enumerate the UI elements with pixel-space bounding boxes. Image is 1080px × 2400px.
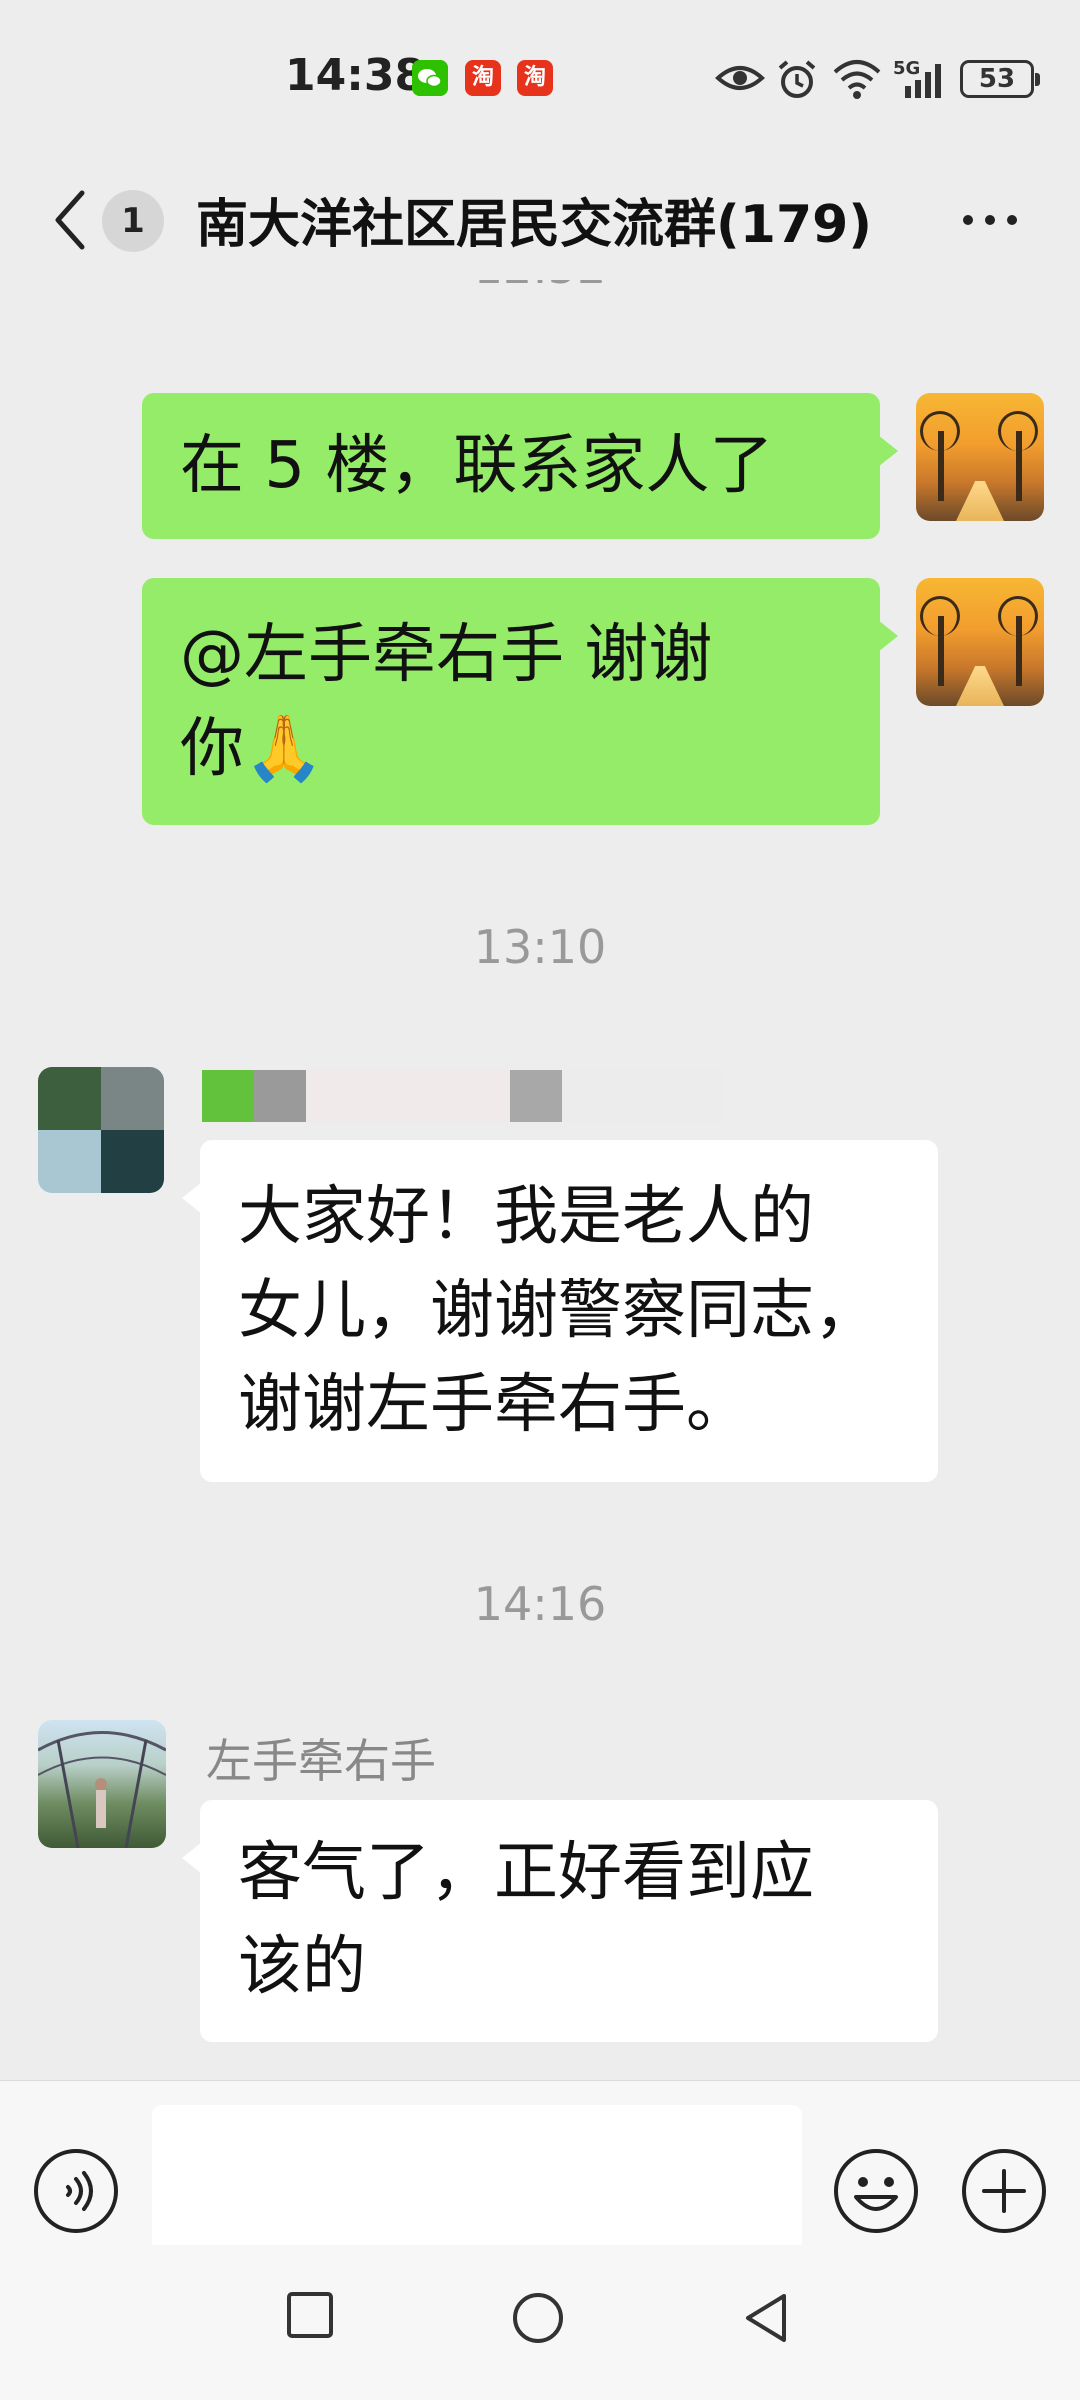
unread-count-badge[interactable]: 1 — [102, 190, 164, 252]
battery-indicator: 53 — [960, 60, 1040, 98]
message-text: 该的 — [238, 1930, 366, 2004]
message-timestamp: 13:10 — [473, 920, 607, 974]
voice-input-icon[interactable] — [32, 2147, 120, 2235]
message-input[interactable] — [152, 2105, 802, 2255]
message-text: @左手牵右手 谢谢 — [180, 618, 713, 692]
back-arrow-icon[interactable] — [50, 185, 90, 255]
eye-icon — [715, 66, 765, 90]
my-avatar[interactable] — [916, 578, 1044, 706]
taobao-notification-icon: 淘 — [517, 60, 553, 96]
wechat-notification-icon — [412, 60, 448, 96]
more-options-icon[interactable] — [960, 205, 1020, 235]
alarm-icon — [778, 60, 816, 98]
message-text: 在 5 楼，联系家人了 — [180, 429, 774, 503]
chat-header: 1 南大洋社区居民交流群(179) — [0, 160, 1080, 280]
message-text: 谢谢左手牵右手。 — [238, 1368, 750, 1442]
message-text: 客气了，正好看到应 — [238, 1836, 814, 1910]
message-input-bar — [0, 2080, 1080, 2255]
sent-message-bubble[interactable]: 在 5 楼，联系家人了 — [142, 393, 898, 539]
sender-name: 左手牵右手 — [206, 1734, 436, 1788]
sender-avatar[interactable] — [38, 1067, 164, 1193]
my-avatar[interactable] — [916, 393, 1044, 521]
status-bar: 14:38 淘 淘 5G 53 — [0, 0, 1080, 160]
received-message-bubble[interactable]: 大家好！我是老人的 女儿，谢谢警察同志， 谢谢左手牵右手。 — [182, 1140, 938, 1482]
message-text: 你🙏 — [180, 712, 324, 786]
message-list[interactable]: 12:52 在 5 楼，联系家人了 @左手牵右手 谢谢 你🙏 13:10 — [0, 280, 1080, 2080]
message-timestamp: 12:52 — [0, 280, 1080, 294]
taobao-notification-icon: 淘 — [465, 60, 501, 96]
message-timestamp: 14:16 — [473, 1577, 607, 1631]
home-icon[interactable] — [510, 2290, 566, 2346]
greenhouse-image — [38, 1731, 166, 1848]
status-time: 14:38 — [285, 50, 426, 101]
emoji-icon[interactable] — [832, 2147, 920, 2235]
plus-icon[interactable] — [960, 2147, 1048, 2235]
chat-title: 南大洋社区居民交流群(179) — [196, 195, 873, 255]
message-text: 女儿，谢谢警察同志， — [238, 1274, 878, 1348]
system-nav-bar — [0, 2245, 1080, 2400]
message-text: 大家好！我是老人的 — [238, 1180, 814, 1254]
received-message-bubble[interactable]: 客气了，正好看到应 该的 — [182, 1800, 938, 2042]
sender-avatar[interactable] — [38, 1720, 166, 1848]
signal-icon — [905, 64, 941, 98]
back-triangle-icon[interactable] — [740, 2290, 790, 2346]
wifi-icon — [833, 60, 881, 99]
recent-apps-icon[interactable] — [285, 2290, 335, 2340]
sent-message-bubble[interactable]: @左手牵右手 谢谢 你🙏 — [142, 578, 898, 825]
sender-name-redacted — [202, 1070, 722, 1122]
